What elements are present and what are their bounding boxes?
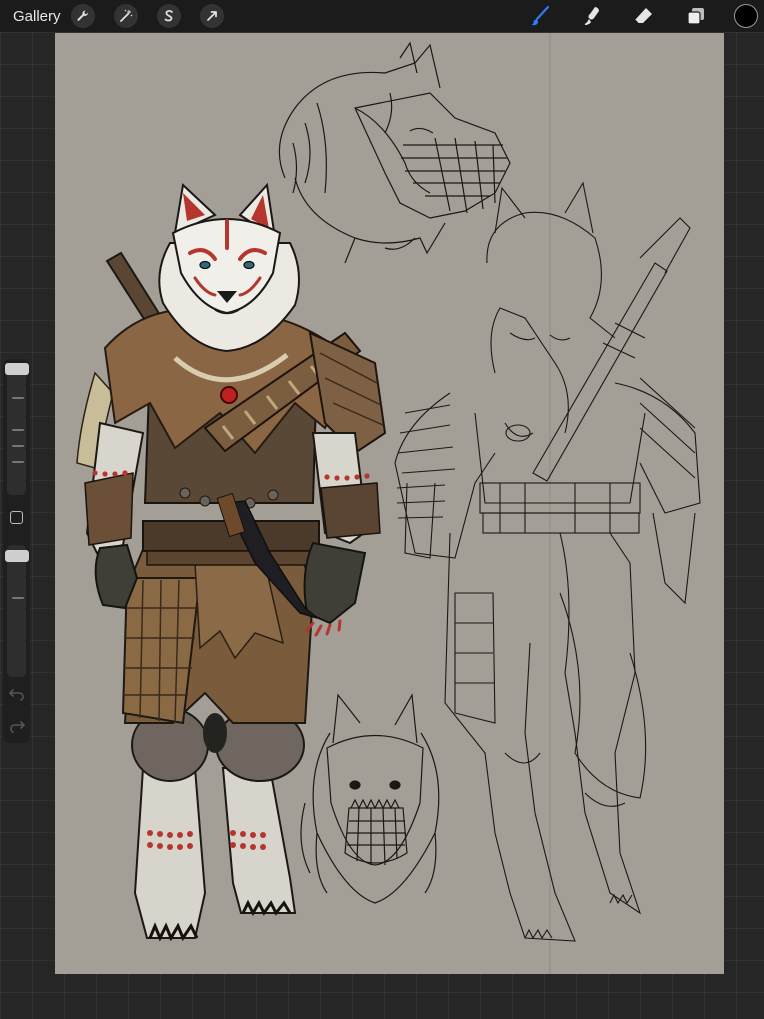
slider-tick	[12, 429, 24, 431]
magic-wand-icon	[119, 9, 132, 22]
brush-icon	[531, 5, 550, 26]
artwork	[76, 33, 701, 974]
color-picker-button[interactable]	[734, 4, 758, 28]
layers-icon	[687, 8, 704, 25]
transform-button[interactable]	[199, 4, 224, 28]
brush-opacity-thumb[interactable]	[5, 550, 29, 562]
right-toolbar	[500, 4, 758, 28]
wrench-icon	[76, 10, 88, 21]
slider-tick	[12, 397, 24, 399]
drawing-canvas[interactable]	[55, 33, 724, 974]
smudge-icon	[584, 7, 599, 25]
transform-arrow-icon	[206, 11, 217, 21]
modify-button[interactable]	[10, 511, 23, 524]
layers-button[interactable]	[684, 4, 708, 28]
actions-button[interactable]	[70, 4, 95, 28]
brush-size-slider[interactable]	[7, 363, 26, 495]
slider-tick	[12, 461, 24, 463]
brush-size-thumb[interactable]	[5, 363, 29, 375]
brush-sidebar	[3, 359, 30, 743]
top-toolbar: Gallery	[0, 0, 764, 32]
slider-tick	[12, 597, 24, 599]
redo-icon[interactable]	[8, 719, 26, 733]
gallery-button[interactable]: Gallery	[13, 8, 61, 25]
head-study-sketch	[278, 41, 511, 264]
eraser-button[interactable]	[632, 4, 656, 28]
eraser-icon	[634, 8, 652, 24]
brush-opacity-slider[interactable]	[7, 545, 26, 677]
undo-icon[interactable]	[8, 687, 26, 701]
selection-button[interactable]	[156, 4, 181, 28]
armored-wolf-sketch	[394, 181, 701, 942]
selection-icon	[164, 10, 173, 22]
masked-head-sketch	[300, 693, 440, 904]
brush-button[interactable]	[528, 4, 552, 28]
adjustments-button[interactable]	[113, 4, 138, 28]
smudge-button[interactable]	[580, 4, 604, 28]
slider-tick	[12, 445, 24, 447]
